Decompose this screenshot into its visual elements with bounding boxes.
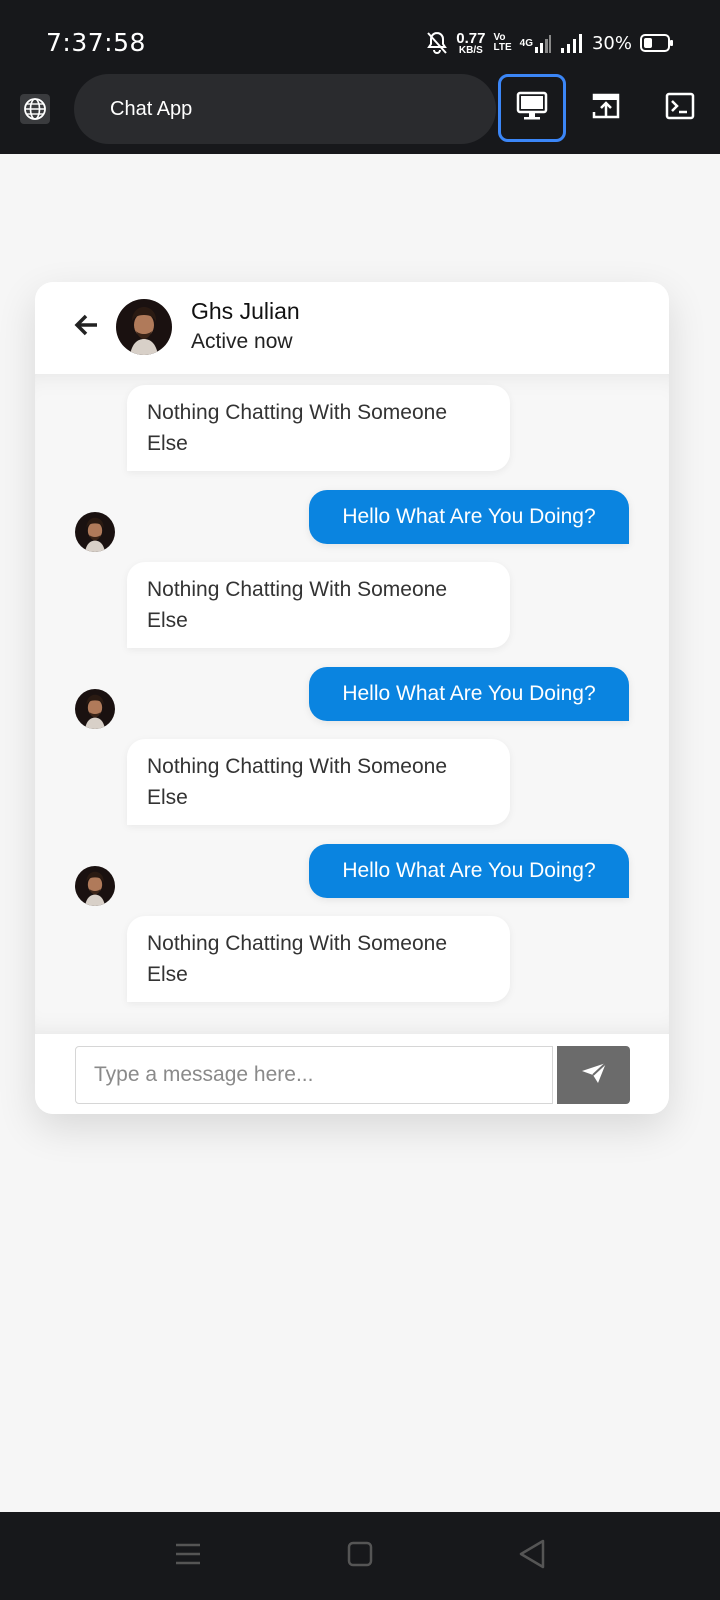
message-avatar [75, 512, 115, 552]
incoming-message: Nothing Chatting With Someone Else [127, 916, 510, 1002]
home-nav-button[interactable] [340, 1540, 380, 1572]
menu-icon [175, 1542, 201, 1571]
net-speed: 0.77 KB/S [456, 31, 485, 56]
terminal-icon [665, 92, 695, 125]
page-title: Chat App [110, 97, 193, 120]
message-avatar [75, 866, 115, 906]
battery-percent: 30% [591, 32, 632, 54]
send-button[interactable] [557, 1046, 630, 1104]
bell-muted-icon [426, 31, 448, 55]
back-nav-button[interactable] [512, 1539, 552, 1574]
incoming-message: Nothing Chatting With Someone Else [127, 739, 510, 825]
signal-strength-icon [560, 33, 584, 53]
globe-icon[interactable] [20, 94, 50, 124]
back-button[interactable] [71, 312, 101, 342]
outgoing-message: Hello What Are You Doing? [309, 490, 629, 544]
message-avatar [75, 689, 115, 729]
status-icons: 0.77 KB/S Vo LTE 4G 30% [426, 28, 674, 58]
status-time: 7:37:58 [46, 28, 146, 57]
outgoing-message: Hello What Are You Doing? [309, 667, 629, 721]
chat-header: Ghs Julian Active now [35, 282, 669, 374]
browser-toolbar: Chat App [0, 74, 720, 154]
menu-nav-button[interactable] [168, 1540, 208, 1572]
signal-4g-icon: 4G [520, 33, 552, 53]
volte-indicator: Vo LTE [493, 33, 511, 53]
back-triangle-icon [518, 1539, 546, 1574]
volte-bottom: LTE [493, 42, 512, 53]
network-type: 4G [519, 37, 533, 49]
chat-messages: Nothing Chatting With Someone Else Hello… [35, 374, 669, 1083]
incoming-message: Nothing Chatting With Someone Else [127, 385, 510, 471]
home-square-icon [347, 1541, 373, 1572]
desktop-view-button[interactable] [498, 74, 566, 142]
battery-icon [640, 33, 674, 53]
paper-plane-icon [581, 1061, 607, 1089]
desktop-icon [516, 91, 548, 126]
net-speed-value: 0.77 [456, 29, 486, 47]
message-input[interactable] [75, 1046, 553, 1104]
chat-card: Ghs Julian Active now Nothing Chatting W… [35, 282, 669, 1114]
outgoing-message: Hello What Are You Doing? [309, 844, 629, 898]
share-button[interactable] [572, 74, 640, 142]
arrow-left-icon [73, 313, 99, 342]
incoming-message: Nothing Chatting With Someone Else [127, 562, 510, 648]
url-bar[interactable]: Chat App [74, 74, 496, 144]
net-speed-unit: KB/S [458, 44, 483, 56]
message-composer [35, 1034, 669, 1114]
terminal-button[interactable] [646, 74, 714, 142]
system-nav-bar [0, 1512, 720, 1600]
contact-name: Ghs Julian [191, 298, 300, 324]
contact-status: Active now [191, 330, 293, 353]
share-icon [591, 92, 621, 125]
status-bar: 7:37:58 0.77 KB/S Vo LTE 4G 30% [0, 0, 720, 74]
contact-avatar [116, 299, 172, 355]
